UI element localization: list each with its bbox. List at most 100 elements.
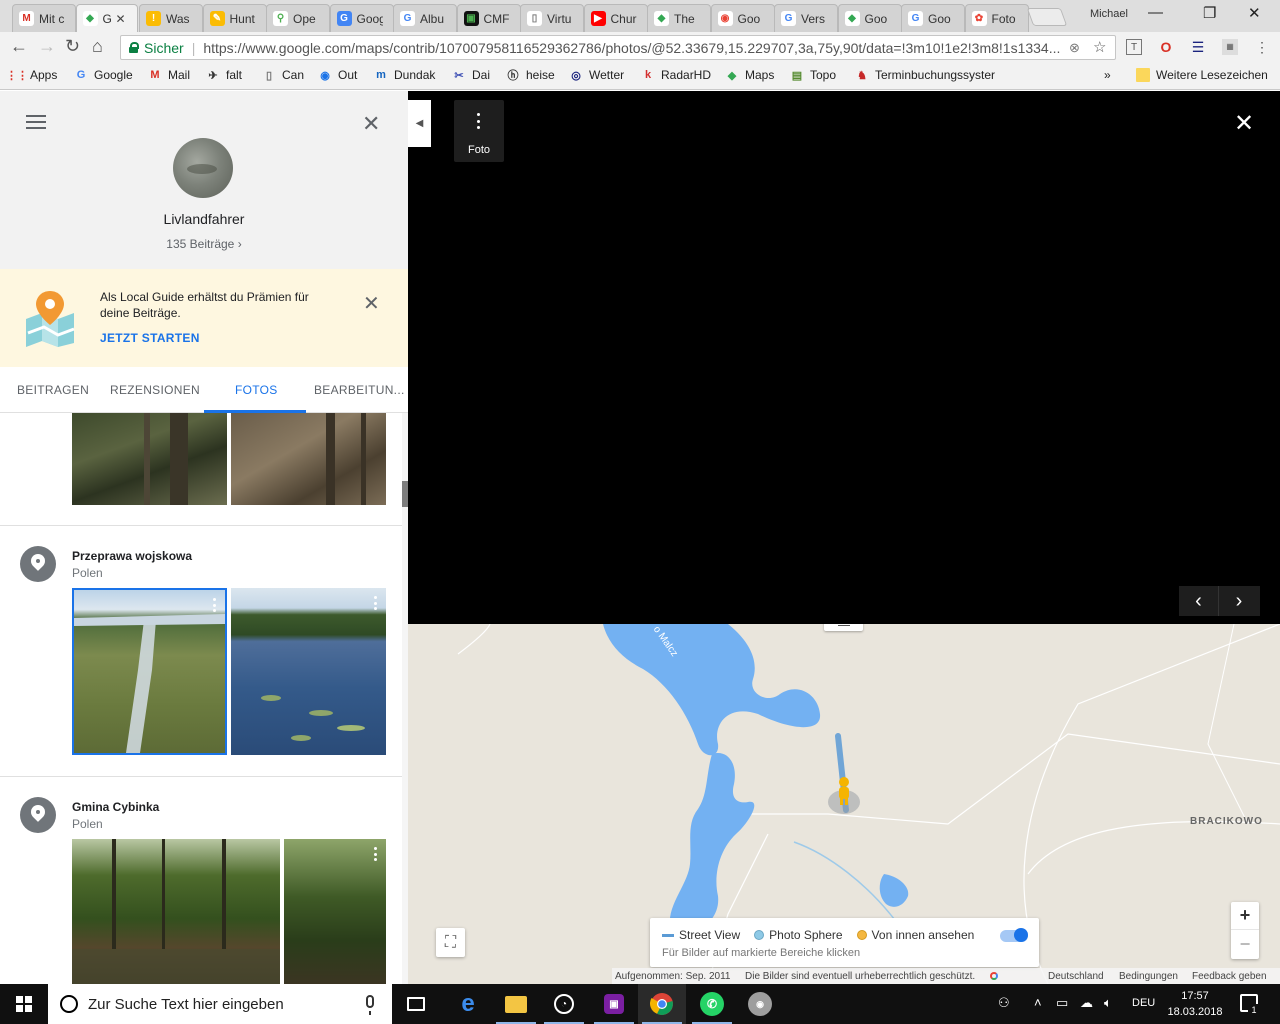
zoom-in-button[interactable]: + (1231, 902, 1259, 930)
previous-photo-button[interactable]: ‹ (1179, 586, 1219, 616)
show-hidden-icons[interactable]: ˄ (1034, 995, 1042, 1010)
menu-icon[interactable] (26, 115, 46, 129)
coverage-toggle[interactable] (1000, 928, 1028, 942)
network-icon[interactable]: ▭ (1056, 995, 1068, 1011)
exit-fullscreen-icon[interactable]: ⛶ (436, 928, 465, 957)
browser-tab[interactable]: ! Was (139, 4, 203, 32)
taskbar-app-disc[interactable]: ◉ (736, 984, 784, 1024)
maximize-icon[interactable]: ❐ (1203, 4, 1216, 22)
home-icon[interactable]: ⌂ (92, 36, 103, 57)
tab-photos[interactable]: FOTOS (235, 383, 278, 397)
photo-menu-button[interactable]: Foto (454, 100, 504, 162)
taskbar-app-disk[interactable]: ▣ (590, 984, 638, 1024)
extension-gray-icon[interactable]: ▦ (1222, 39, 1238, 55)
bookmark-item[interactable]: ◆ Maps (725, 68, 775, 82)
bookmark-item[interactable]: G Google (74, 68, 133, 82)
place-title[interactable]: Przeprawa wojskowa (72, 549, 192, 563)
bookmark-item[interactable]: ▤ Topo (790, 68, 836, 82)
forward-icon[interactable]: → (38, 36, 56, 57)
new-tab-button[interactable] (1026, 8, 1068, 26)
bookmark-item[interactable]: ✂ Dai (452, 68, 490, 82)
chrome-menu-icon[interactable]: ⋮ (1254, 39, 1270, 55)
browser-tab[interactable]: ◆ The (647, 4, 711, 32)
more-options-icon[interactable] (213, 598, 217, 612)
browser-tab[interactable]: ◉ Goo (710, 4, 775, 32)
tab-edits[interactable]: BEARBEITUN... (314, 383, 405, 397)
taskbar-app-clock[interactable]: ◔ (540, 984, 588, 1024)
bookmark-item[interactable]: ◉ Out (318, 68, 357, 82)
browser-tab[interactable]: ▶ Chur (583, 4, 648, 32)
resize-handle[interactable] (824, 624, 863, 631)
other-bookmarks[interactable]: Weitere Lesezeichen (1136, 68, 1268, 82)
photo-thumbnail[interactable] (72, 839, 280, 984)
taskbar-explorer[interactable] (492, 984, 540, 1024)
task-view-button[interactable] (392, 984, 440, 1024)
extension-translate-icon[interactable]: T (1126, 39, 1142, 55)
minimize-icon[interactable]: — (1148, 4, 1163, 21)
extension-list-icon[interactable]: ☰ (1190, 39, 1206, 55)
close-panel-icon[interactable]: ✕ (362, 111, 380, 137)
taskbar-search[interactable]: Zur Suche Text hier eingeben (48, 984, 392, 1024)
bookmark-item[interactable]: ⋮⋮ Apps (6, 68, 57, 82)
bookmark-item[interactable]: m Dundak (374, 68, 435, 82)
bookmark-item[interactable]: ◎ Wetter (569, 68, 624, 82)
bookmark-item[interactable]: M Mail (148, 68, 190, 82)
browser-tab[interactable]: M Mit c (12, 4, 76, 32)
collapse-panel-button[interactable]: ◀ (408, 100, 431, 147)
zoom-out-button[interactable]: − (1231, 930, 1259, 958)
close-banner-icon[interactable]: ✕ (363, 291, 380, 316)
photo-thumbnail[interactable] (231, 413, 386, 505)
next-photo-button[interactable]: › (1219, 586, 1259, 616)
user-name[interactable]: Livlandfahrer (0, 211, 408, 227)
browser-tab[interactable]: ◆ Goo (837, 4, 902, 32)
browser-tab[interactable]: G Vers (774, 4, 838, 32)
browser-tab[interactable]: ▯ Virtu (520, 4, 584, 32)
more-options-icon[interactable] (374, 847, 378, 861)
onedrive-icon[interactable]: ☁ (1080, 995, 1093, 1011)
close-viewer-icon[interactable]: ✕ (1234, 109, 1254, 138)
browser-tab[interactable]: ⚲ Ope (266, 4, 330, 32)
feedback-link[interactable]: Feedback geben (1192, 971, 1267, 982)
place-title[interactable]: Gmina Cybinka (72, 800, 159, 814)
people-icon[interactable]: ⚇ (998, 995, 1010, 1011)
terms-link[interactable]: Bedingungen (1119, 971, 1178, 982)
tab-close-icon[interactable]: ✕ (116, 12, 126, 26)
start-button[interactable] (0, 984, 48, 1024)
browser-tab[interactable]: G Albu (393, 4, 457, 32)
browser-tab[interactable]: ▣ CMF (456, 4, 521, 32)
photo-thumbnail[interactable] (284, 839, 386, 984)
region-link[interactable]: Deutschland (1048, 971, 1104, 982)
microphone-icon[interactable] (366, 995, 374, 1015)
browser-tab[interactable]: G Goog (329, 4, 394, 32)
reload-icon[interactable]: ↻ (65, 36, 80, 57)
photo-thumbnail-selected[interactable] (72, 588, 227, 755)
tab-contribute[interactable]: BEITRAGEN (17, 383, 89, 397)
browser-tab[interactable]: ◆ G ✕ (75, 4, 138, 32)
bookmark-item[interactable]: ⓗ heise (506, 68, 555, 82)
blocked-popup-icon[interactable]: ⊗ (1069, 40, 1080, 56)
browser-tab[interactable]: ✿ Foto (964, 4, 1029, 32)
system-clock[interactable]: 17:57 18.03.2018 (1160, 988, 1230, 1020)
url-text[interactable]: https://www.google.com/maps/contrib/1070… (203, 40, 1063, 56)
contributions-link[interactable]: 135 Beiträge › (0, 237, 408, 251)
bookmark-item[interactable]: ♞ Terminbuchungssyster (855, 68, 995, 82)
mini-map[interactable]: o Malcz BRACIKOWO ⛶ + − Street View Phot… (408, 624, 1280, 984)
taskbar-edge[interactable]: e (444, 984, 492, 1024)
avatar[interactable] (173, 138, 233, 198)
bookmark-star-icon[interactable]: ☆ (1093, 38, 1106, 56)
tab-reviews[interactable]: REZENSIONEN (110, 383, 200, 397)
photo-viewer[interactable]: ◀ Foto ✕ ‹ › (408, 91, 1280, 624)
more-options-icon[interactable] (374, 596, 378, 610)
photo-thumbnail[interactable] (231, 588, 386, 755)
photo-thumbnail[interactable] (72, 413, 227, 505)
taskbar-whatsapp[interactable]: ✆ (688, 984, 736, 1024)
address-bar[interactable]: Sicher | https://www.google.com/maps/con… (120, 35, 1116, 60)
taskbar-chrome[interactable] (638, 984, 686, 1024)
back-icon[interactable]: ← (10, 36, 28, 57)
close-window-icon[interactable]: ✕ (1248, 4, 1261, 22)
bookmark-item[interactable]: ✈ falt (206, 68, 242, 82)
bookmark-item[interactable]: ▯ Can (262, 68, 304, 82)
extension-opera-icon[interactable]: O (1158, 39, 1174, 55)
browser-tab[interactable]: G Goo (901, 4, 965, 32)
browser-tab[interactable]: ✎ Hunt (202, 4, 267, 32)
